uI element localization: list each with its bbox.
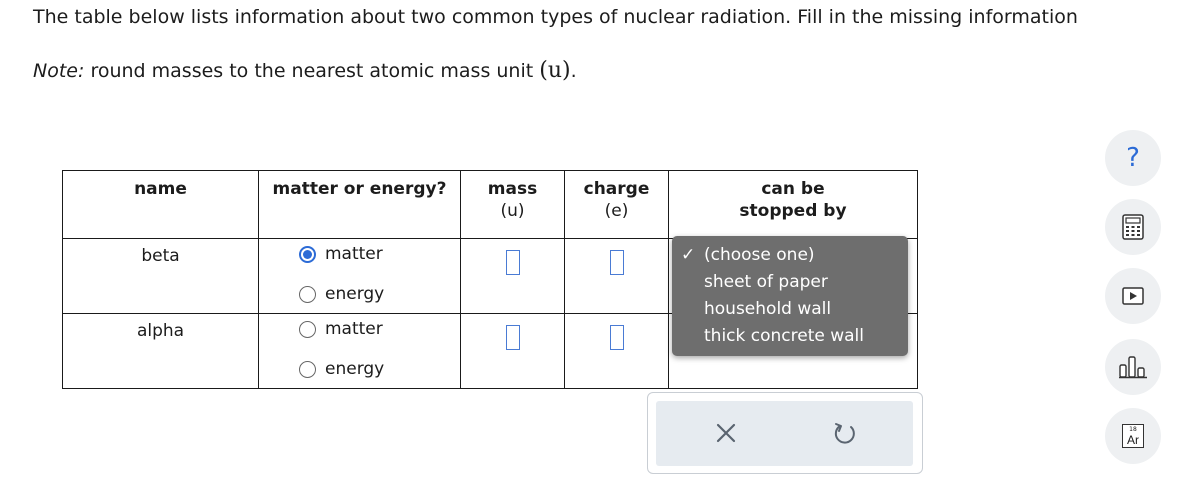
radio-label: energy <box>325 359 385 379</box>
check-icon: ✓ <box>681 245 696 265</box>
calculator-icon <box>1122 214 1144 240</box>
answer-actions-bar <box>656 401 913 466</box>
header-mass: mass (u) <box>460 170 565 239</box>
header-matter-or-energy: matter or energy? <box>258 170 461 239</box>
mass-input-alpha[interactable] <box>505 325 520 350</box>
video-button[interactable] <box>1105 268 1161 324</box>
header-name: name <box>62 170 259 239</box>
dropdown-option-sheet-of-paper[interactable]: sheet of paper <box>672 271 908 298</box>
radio-option-alpha-matter[interactable]: matter <box>299 318 460 340</box>
note-text: round masses to the nearest atomic mass … <box>90 60 534 82</box>
question-intro: The table below lists information about … <box>33 6 1078 28</box>
cell-matter-energy-alpha: matter energy <box>258 313 461 389</box>
header-stopped-line2: stopped by <box>739 201 847 221</box>
charge-input-alpha[interactable] <box>609 325 624 350</box>
play-icon <box>1122 287 1144 305</box>
radio-label: matter <box>325 244 383 264</box>
help-button[interactable]: ? <box>1105 130 1161 186</box>
periodic-table-icon: 18 Ar <box>1122 424 1144 448</box>
dropdown-option-thick-concrete-wall[interactable]: thick concrete wall <box>672 325 908 352</box>
periodic-table-button[interactable]: 18 Ar <box>1105 408 1161 464</box>
calculator-button[interactable] <box>1105 199 1161 255</box>
radio-option-beta-energy[interactable]: energy <box>299 283 460 305</box>
dropdown-option-label: household wall <box>704 299 832 319</box>
cell-name-alpha: alpha <box>62 313 259 389</box>
question-mark-icon: ? <box>1126 143 1140 173</box>
dropdown-option-household-wall[interactable]: household wall <box>672 298 908 325</box>
undo-button[interactable] <box>832 420 858 450</box>
dropdown-option-label: sheet of paper <box>704 272 828 292</box>
element-symbol: Ar <box>1127 433 1139 447</box>
cell-charge-alpha <box>564 313 669 389</box>
answer-actions-panel <box>647 392 923 474</box>
header-charge-unit: (e) <box>604 201 629 221</box>
radio-beta-matter[interactable] <box>299 245 316 263</box>
cell-mass-beta <box>460 238 565 314</box>
data-chart-button[interactable] <box>1105 339 1161 395</box>
cell-matter-energy-beta: matter energy <box>258 238 461 314</box>
mass-input-beta[interactable] <box>505 250 520 275</box>
dropdown-option-choose-one[interactable]: ✓ (choose one) <box>672 244 908 271</box>
undo-icon <box>834 423 855 444</box>
cell-mass-alpha <box>460 313 565 389</box>
x-icon <box>716 423 736 443</box>
table-header-row: name matter or energy? mass (u) charge (… <box>62 170 918 239</box>
header-mass-label: mass <box>487 179 538 199</box>
charge-input-beta[interactable] <box>609 250 624 275</box>
radio-option-alpha-energy[interactable]: energy <box>299 358 460 380</box>
note-end: . <box>570 60 577 82</box>
bar-chart-icon <box>1119 356 1147 379</box>
radio-label: energy <box>325 284 385 304</box>
header-mass-unit: (u) <box>500 201 525 221</box>
radio-beta-energy[interactable] <box>299 285 316 303</box>
cell-charge-beta <box>564 238 669 314</box>
header-stopped-by: can be stopped by <box>668 170 918 239</box>
dropdown-option-label: thick concrete wall <box>704 326 864 346</box>
header-charge-label: charge <box>583 179 650 199</box>
note-unit: (u) <box>539 58 571 83</box>
radio-alpha-matter[interactable] <box>299 320 316 338</box>
radio-option-beta-matter[interactable]: matter <box>299 243 460 265</box>
radio-label: matter <box>325 319 383 339</box>
note-label: Note: <box>33 60 85 82</box>
clear-button[interactable] <box>714 420 738 450</box>
header-charge: charge (e) <box>564 170 669 239</box>
question-note: Note: round masses to the nearest atomic… <box>33 58 577 83</box>
stopped-by-dropdown-menu[interactable]: ✓ (choose one) sheet of paper household … <box>672 236 908 356</box>
radio-alpha-energy[interactable] <box>299 360 316 378</box>
header-stopped-line1: can be <box>761 179 825 199</box>
dropdown-option-label: (choose one) <box>704 245 815 265</box>
cell-name-beta: beta <box>62 238 259 314</box>
